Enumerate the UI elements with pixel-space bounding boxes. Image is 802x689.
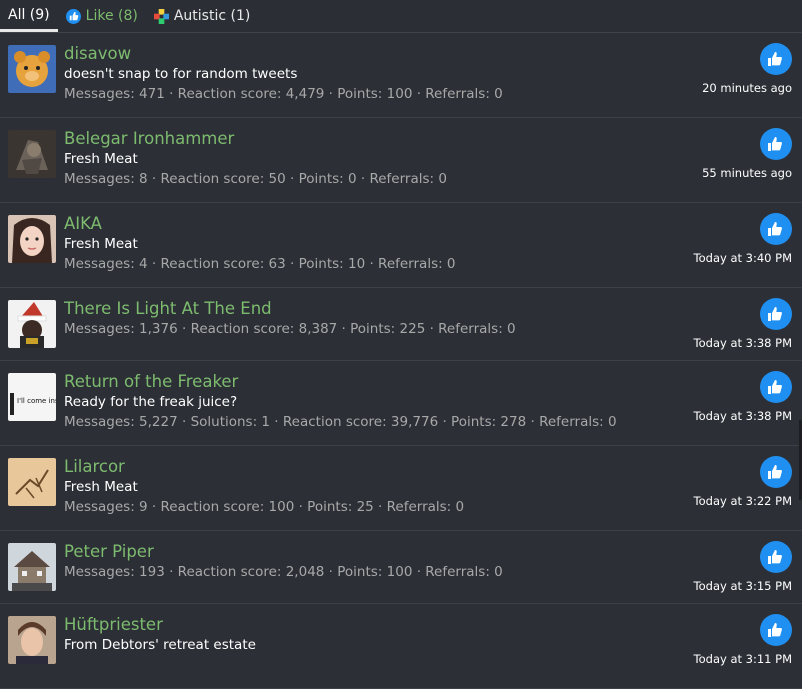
reaction-list: disavow doesn't snap to for random tweet…: [0, 33, 802, 689]
like-reaction-icon: [760, 298, 792, 330]
reaction-time: Today at 3:38 PM: [693, 409, 792, 423]
avatar[interactable]: [8, 45, 56, 93]
avatar[interactable]: [8, 458, 56, 506]
woman-avatar: [8, 215, 56, 263]
list-item: Lilarcor Fresh Meat Messages: 9 · Reacti…: [0, 446, 802, 531]
list-item: Belegar Ironhammer Fresh Meat Messages: …: [0, 118, 802, 203]
come-inside-avatar: I'll come inside: [8, 373, 56, 421]
like-icon: [65, 8, 81, 24]
come-inside-text: I'll come inside: [17, 397, 56, 405]
tab-autistic[interactable]: Autistic (1): [146, 0, 258, 32]
tab-like[interactable]: Like (8): [58, 0, 146, 32]
like-reaction-icon: [760, 128, 792, 160]
avatar[interactable]: [8, 215, 56, 263]
autistic-icon: [153, 8, 169, 24]
reaction-tabs: All (9) Like (8) Autistic (1): [0, 0, 802, 33]
list-item: Peter Piper Messages: 193 · Reaction sco…: [0, 531, 802, 604]
like-reaction-icon: [760, 456, 792, 488]
like-reaction-icon: [760, 614, 792, 646]
tab-all-label: All (9): [8, 6, 50, 23]
like-reaction-icon: [760, 213, 792, 245]
list-item: disavow doesn't snap to for random tweet…: [0, 33, 802, 118]
like-reaction-icon: [760, 43, 792, 75]
house-avatar: [8, 543, 56, 591]
list-item: Hüftpriester From Debtors' retreat estat…: [0, 604, 802, 689]
tab-all[interactable]: All (9): [0, 0, 58, 32]
avatar[interactable]: I'll come inside: [8, 373, 56, 421]
reaction-time: Today at 3:11 PM: [693, 652, 792, 666]
reaction-time: 20 minutes ago: [702, 81, 792, 95]
sketch-avatar: [8, 458, 56, 506]
reaction-time: 55 minutes ago: [702, 166, 792, 180]
like-reaction-icon: [760, 541, 792, 573]
man-avatar: [8, 616, 56, 664]
like-reaction-icon: [760, 371, 792, 403]
list-item: There Is Light At The End Messages: 1,37…: [0, 288, 802, 361]
pooh-avatar: [8, 45, 56, 93]
reaction-time: Today at 3:38 PM: [693, 336, 792, 350]
avatar[interactable]: [8, 616, 56, 664]
santa-hat-avatar: [8, 300, 56, 348]
reaction-time: Today at 3:15 PM: [693, 579, 792, 593]
reaction-time: Today at 3:22 PM: [693, 494, 792, 508]
list-item: I'll come inside Return of the Freaker R…: [0, 361, 802, 446]
tab-autistic-label: Autistic (1): [173, 8, 251, 24]
tab-like-label: Like (8): [85, 8, 138, 24]
reaction-time: Today at 3:40 PM: [693, 251, 792, 265]
dwarf-avatar: [8, 130, 56, 178]
avatar[interactable]: [8, 300, 56, 348]
avatar[interactable]: [8, 130, 56, 178]
avatar[interactable]: [8, 543, 56, 591]
list-item: AIKA Fresh Meat Messages: 4 · Reaction s…: [0, 203, 802, 288]
